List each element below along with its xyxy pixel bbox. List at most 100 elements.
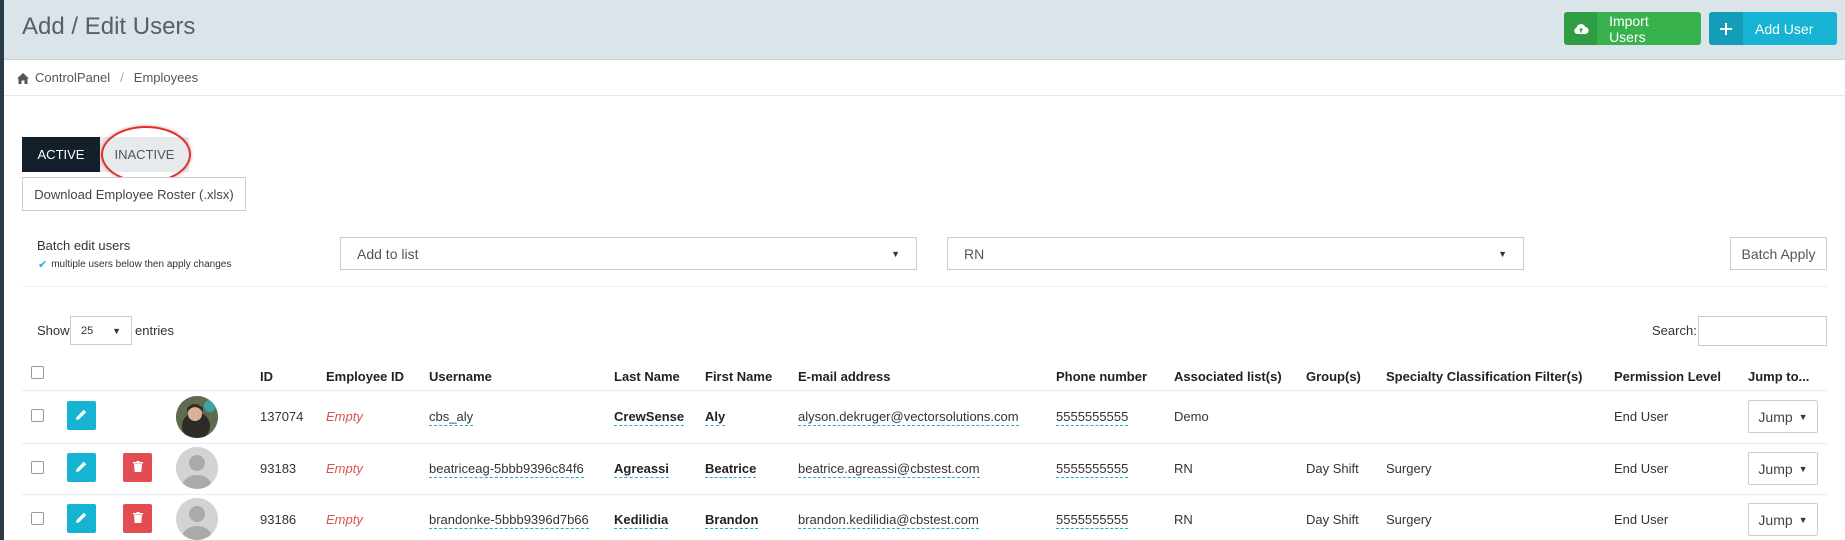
cell-phone[interactable]: 5555555555 bbox=[1056, 409, 1129, 426]
cell-permission: End User bbox=[1614, 461, 1669, 476]
cell-permission: End User bbox=[1614, 512, 1669, 527]
row-checkbox[interactable] bbox=[31, 512, 44, 525]
show-label: Show bbox=[37, 323, 70, 338]
caret-down-icon: ▼ bbox=[1798, 514, 1808, 525]
jump-label: Jump bbox=[1758, 408, 1793, 425]
cell-phone[interactable]: 5555555555 bbox=[1056, 512, 1129, 529]
select-all-checkbox[interactable] bbox=[31, 366, 44, 379]
cell-lists: RN bbox=[1174, 461, 1193, 476]
caret-down-icon: ▼ bbox=[1798, 411, 1808, 422]
batch-edit-title: Batch edit users bbox=[37, 238, 131, 253]
trash-icon bbox=[132, 460, 143, 475]
import-users-button[interactable]: Import Users bbox=[1564, 12, 1701, 45]
cell-lists: Demo bbox=[1174, 409, 1209, 424]
cloud-upload-icon bbox=[1564, 12, 1598, 45]
cell-groups: Day Shift bbox=[1306, 461, 1359, 476]
cell-email[interactable]: brandon.kedilidia@cbstest.com bbox=[798, 512, 979, 529]
column-header-specialty[interactable]: Specialty Classification Filter(s) bbox=[1386, 369, 1583, 384]
caret-down-icon: ▼ bbox=[1498, 248, 1507, 259]
caret-down-icon: ▼ bbox=[112, 325, 121, 336]
cell-last-name[interactable]: Kedilidia bbox=[614, 512, 669, 529]
breadcrumb-separator: / bbox=[120, 70, 124, 85]
tab-active[interactable]: ACTIVE bbox=[22, 137, 100, 172]
entries-per-page-select[interactable]: 25 ▼ bbox=[70, 316, 132, 345]
cell-specialty: Surgery bbox=[1386, 461, 1432, 476]
cell-username[interactable]: cbs_aly bbox=[429, 409, 474, 426]
caret-down-icon: ▼ bbox=[1798, 463, 1808, 474]
batch-action-select[interactable]: Add to list ▼ bbox=[340, 237, 917, 270]
jump-dropdown-button[interactable]: Jump ▼ bbox=[1748, 400, 1818, 433]
cell-last-name[interactable]: Agreassi bbox=[614, 461, 669, 478]
batch-list-select[interactable]: RN ▼ bbox=[947, 237, 1524, 270]
cell-employee-id[interactable]: Empty bbox=[326, 461, 363, 476]
jump-dropdown-button[interactable]: Jump ▼ bbox=[1748, 503, 1818, 536]
edit-user-button[interactable] bbox=[67, 453, 96, 482]
column-header-jump[interactable]: Jump to... bbox=[1748, 369, 1809, 384]
entries-value: 25 bbox=[81, 324, 94, 337]
cell-first-name[interactable]: Aly bbox=[705, 409, 726, 426]
cell-lists: RN bbox=[1174, 512, 1193, 527]
avatar-placeholder bbox=[176, 498, 218, 540]
row-divider bbox=[22, 494, 1827, 495]
cell-specialty: Surgery bbox=[1386, 512, 1432, 527]
highlight-annotation-circle bbox=[101, 126, 191, 183]
divider bbox=[4, 95, 1845, 96]
batch-apply-button[interactable]: Batch Apply bbox=[1730, 237, 1827, 270]
batch-list-value: RN bbox=[964, 245, 985, 262]
avatar-placeholder bbox=[176, 447, 218, 489]
cell-username[interactable]: brandonke-5bbb9396d7b66 bbox=[429, 512, 589, 529]
entries-label: entries bbox=[135, 323, 175, 338]
cell-id: 93186 bbox=[260, 512, 297, 527]
cell-first-name[interactable]: Beatrice bbox=[705, 461, 757, 478]
avatar bbox=[176, 396, 218, 438]
page-header: Add / Edit Users Import Users Add User bbox=[4, 0, 1845, 60]
cell-id: 93183 bbox=[260, 461, 297, 476]
column-header-first-name[interactable]: First Name bbox=[705, 369, 772, 384]
column-header-id[interactable]: ID bbox=[260, 369, 273, 384]
add-user-button[interactable]: Add User bbox=[1709, 12, 1837, 45]
jump-label: Jump bbox=[1758, 511, 1793, 528]
caret-down-icon: ▼ bbox=[891, 248, 900, 259]
row-divider bbox=[22, 390, 1827, 391]
cell-groups: Day Shift bbox=[1306, 512, 1359, 527]
cell-phone[interactable]: 5555555555 bbox=[1056, 461, 1129, 478]
cell-employee-id[interactable]: Empty bbox=[326, 409, 363, 424]
cell-id: 137074 bbox=[260, 409, 304, 424]
breadcrumb-home[interactable]: ControlPanel bbox=[35, 70, 110, 85]
delete-user-button[interactable] bbox=[123, 453, 152, 482]
breadcrumb-current: Employees bbox=[133, 70, 199, 85]
column-header-email[interactable]: E-mail address bbox=[798, 369, 891, 384]
row-checkbox[interactable] bbox=[31, 461, 44, 474]
plus-icon bbox=[1709, 12, 1743, 45]
delete-user-button[interactable] bbox=[123, 504, 152, 533]
column-header-permission[interactable]: Permission Level bbox=[1614, 369, 1721, 384]
edit-user-button[interactable] bbox=[67, 401, 96, 430]
cell-username[interactable]: beatriceag-5bbb9396c84f6 bbox=[429, 461, 584, 478]
cell-employee-id[interactable]: Empty bbox=[326, 512, 363, 527]
batch-hint-text: multiple users below then apply changes bbox=[51, 259, 232, 270]
row-divider bbox=[22, 443, 1827, 444]
search-label: Search: bbox=[1652, 323, 1697, 338]
left-edge-bar bbox=[0, 0, 4, 540]
column-header-phone[interactable]: Phone number bbox=[1056, 369, 1147, 384]
cell-last-name[interactable]: CrewSense bbox=[614, 409, 685, 426]
column-header-groups[interactable]: Group(s) bbox=[1306, 369, 1361, 384]
column-header-last-name[interactable]: Last Name bbox=[614, 369, 680, 384]
edit-user-button[interactable] bbox=[67, 504, 96, 533]
cell-permission: End User bbox=[1614, 409, 1669, 424]
batch-action-value: Add to list bbox=[357, 245, 419, 262]
column-header-lists[interactable]: Associated list(s) bbox=[1174, 369, 1282, 384]
cell-email[interactable]: alyson.dekruger@vectorsolutions.com bbox=[798, 409, 1019, 426]
pencil-icon bbox=[76, 460, 87, 475]
column-header-username[interactable]: Username bbox=[429, 369, 492, 384]
download-roster-button[interactable]: Download Employee Roster (.xlsx) bbox=[22, 177, 246, 211]
cell-first-name[interactable]: Brandon bbox=[705, 512, 759, 529]
row-checkbox[interactable] bbox=[31, 409, 44, 422]
column-header-employee-id[interactable]: Employee ID bbox=[326, 369, 404, 384]
home-icon bbox=[17, 72, 29, 84]
jump-dropdown-button[interactable]: Jump ▼ bbox=[1748, 452, 1818, 485]
breadcrumb: ControlPanel / Employees bbox=[17, 70, 198, 85]
cell-email[interactable]: beatrice.agreassi@cbstest.com bbox=[798, 461, 980, 478]
search-input[interactable] bbox=[1698, 316, 1827, 346]
check-icon: ✔ bbox=[38, 259, 48, 271]
